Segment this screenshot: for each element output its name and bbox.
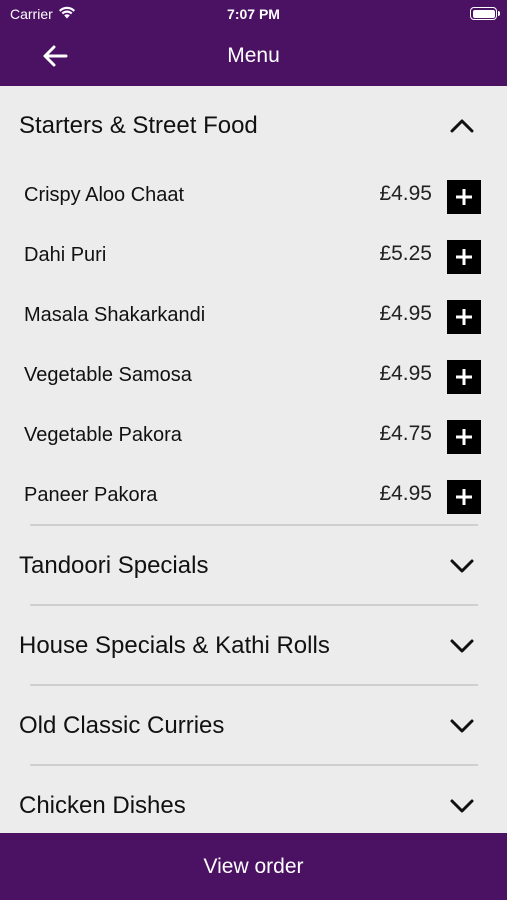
item-name: Paneer Pakora [24, 484, 158, 506]
item-price: £4.95 [379, 482, 432, 505]
plus-icon [456, 309, 472, 325]
item-name: Vegetable Samosa [24, 364, 192, 386]
menu-item: Paneer Pakora £4.95 [0, 466, 507, 526]
add-item-button[interactable] [447, 180, 481, 214]
page-title: Menu [227, 44, 280, 67]
category-header-tandoori[interactable]: Tandoori Specials [0, 526, 507, 606]
plus-icon [456, 369, 472, 385]
menu-list: Starters & Street Food Crispy Aloo Chaat… [0, 86, 507, 833]
item-price: £5.25 [379, 242, 432, 265]
item-price: £4.95 [379, 362, 432, 385]
item-price: £4.95 [379, 182, 432, 205]
plus-icon [456, 189, 472, 205]
category-title: Chicken Dishes [19, 792, 186, 819]
add-item-button[interactable] [447, 360, 481, 394]
chevron-down-icon [446, 710, 478, 742]
app-header: Carrier 7:07 PM Menu [0, 0, 507, 86]
menu-item: Vegetable Samosa £4.95 [0, 346, 507, 406]
category-header-classic-curries[interactable]: Old Classic Curries [0, 686, 507, 766]
item-name: Dahi Puri [24, 244, 107, 266]
item-name: Masala Shakarkandi [24, 304, 206, 326]
plus-icon [456, 249, 472, 265]
category-header-chicken-dishes[interactable]: Chicken Dishes [0, 766, 507, 833]
view-order-label: View order [203, 854, 304, 878]
plus-icon [456, 489, 472, 505]
view-order-button[interactable]: View order [0, 833, 507, 900]
category-header-house-specials[interactable]: House Specials & Kathi Rolls [0, 606, 507, 686]
add-item-button[interactable] [447, 480, 481, 514]
category-title: Starters & Street Food [19, 112, 258, 139]
chevron-down-icon [446, 790, 478, 822]
menu-item: Vegetable Pakora £4.75 [0, 406, 507, 466]
battery-icon [470, 7, 500, 20]
category-title: Tandoori Specials [19, 552, 209, 579]
item-price: £4.95 [379, 302, 432, 325]
nav-bar: Menu [0, 36, 507, 76]
status-time: 7:07 PM [227, 6, 280, 22]
add-item-button[interactable] [447, 300, 481, 334]
category-header-starters[interactable]: Starters & Street Food [0, 86, 507, 166]
category-title: House Specials & Kathi Rolls [19, 632, 330, 659]
item-price: £4.75 [379, 422, 432, 445]
item-name: Vegetable Pakora [24, 424, 182, 446]
chevron-up-icon [446, 110, 478, 142]
chevron-down-icon [446, 550, 478, 582]
category-title: Old Classic Curries [19, 712, 225, 739]
menu-item: Crispy Aloo Chaat £4.95 [0, 166, 507, 226]
menu-item: Masala Shakarkandi £4.95 [0, 286, 507, 346]
chevron-down-icon [446, 630, 478, 662]
item-name: Crispy Aloo Chaat [24, 184, 185, 206]
status-bar: Carrier 7:07 PM [0, 0, 507, 28]
plus-icon [456, 429, 472, 445]
menu-item: Dahi Puri £5.25 [0, 226, 507, 286]
add-item-button[interactable] [447, 240, 481, 274]
add-item-button[interactable] [447, 420, 481, 454]
